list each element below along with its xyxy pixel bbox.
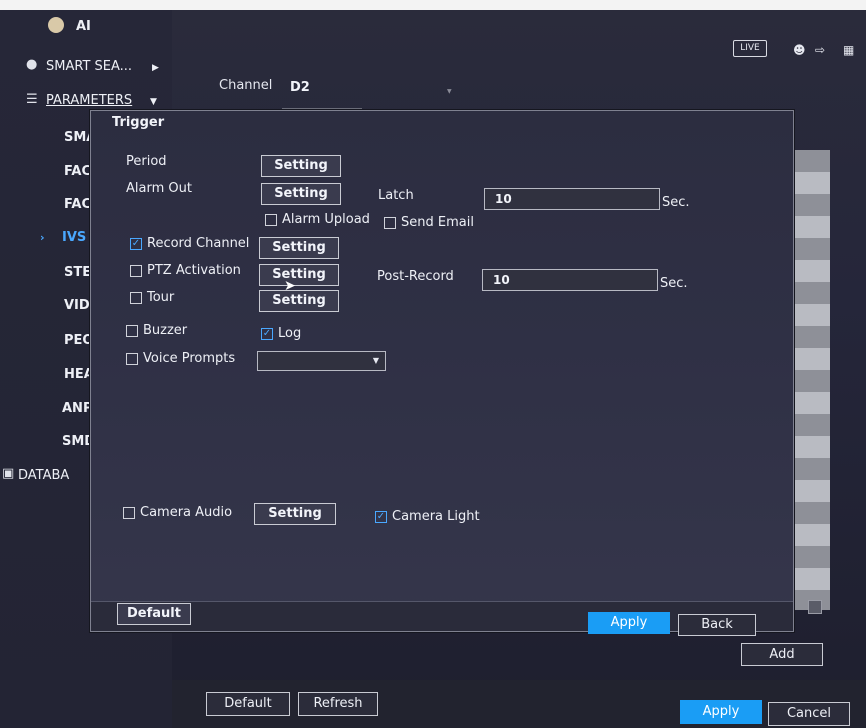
camera-audio-label: Camera Audio <box>140 505 233 520</box>
send-email-label: Send Email <box>401 215 474 230</box>
dialog-title: Trigger <box>112 115 165 130</box>
voice-prompts-label: Voice Prompts <box>143 351 236 366</box>
mouse-cursor-icon: ➤ <box>284 278 296 294</box>
send-email-checkbox[interactable] <box>384 216 396 229</box>
chevron-down-icon: ▼ <box>150 97 157 107</box>
add-button[interactable]: Add <box>741 643 823 666</box>
log-label: Log <box>278 326 302 341</box>
user-icon[interactable]: ☻ <box>793 43 810 57</box>
apply-button[interactable]: Apply <box>680 700 762 724</box>
alarm-out-label: Alarm Out <box>126 181 192 196</box>
dialog-back-button[interactable]: Back <box>678 614 756 636</box>
buzzer-label: Buzzer <box>143 323 188 338</box>
log-checkbox[interactable]: ✓ <box>261 327 273 340</box>
sidebar-parameters[interactable]: PARAMETERS <box>46 93 132 108</box>
ptz-activation-checkbox[interactable] <box>130 264 142 277</box>
camera-audio-checkbox[interactable] <box>123 506 135 519</box>
alarm-upload-checkbox[interactable] <box>265 213 277 226</box>
app-name: AI <box>76 19 91 34</box>
channel-underline <box>282 108 362 109</box>
ptz-activation-setting-button[interactable]: Setting <box>259 264 339 286</box>
buzzer-checkbox[interactable] <box>126 324 138 337</box>
period-setting-button[interactable]: Setting <box>261 155 341 177</box>
sidebar-item-ivs[interactable]: IVS <box>62 230 86 245</box>
camera-audio-setting-button[interactable]: Setting <box>254 503 336 525</box>
tour-label: Tour <box>147 290 175 305</box>
alarm-upload-label: Alarm Upload <box>282 212 370 227</box>
tour-checkbox[interactable] <box>130 291 142 304</box>
list-icon: ☰ <box>26 92 38 107</box>
screen-glare <box>0 0 866 10</box>
period-label: Period <box>126 154 167 169</box>
chevron-right-icon: ▶ <box>152 63 159 73</box>
tour-setting-button[interactable]: Setting <box>259 290 339 312</box>
grid-icon[interactable]: ▦ <box>843 43 858 57</box>
record-channel-label: Record Channel <box>147 236 250 251</box>
scrollbar-handle[interactable] <box>808 600 822 614</box>
voice-prompts-select[interactable]: ▼ <box>257 351 386 371</box>
latch-unit: Sec. <box>662 195 690 210</box>
ptz-activation-label: PTZ Activation <box>147 263 241 278</box>
channel-value[interactable]: D2 <box>290 80 310 95</box>
refresh-button[interactable]: Refresh <box>298 692 378 716</box>
latch-label: Latch <box>378 188 414 203</box>
channel-label: Channel <box>219 78 273 93</box>
camera-light-checkbox[interactable]: ✓ <box>375 510 387 523</box>
sidebar-database[interactable]: DATABA <box>18 468 69 483</box>
sidebar-smart-search[interactable]: SMART SEA... <box>46 59 132 74</box>
camera-light-label: Camera Light <box>392 509 480 524</box>
default-button[interactable]: Default <box>206 692 290 716</box>
chevron-right-icon: › <box>40 231 45 244</box>
record-channel-setting-button[interactable]: Setting <box>259 237 339 259</box>
voice-prompts-checkbox[interactable] <box>126 352 138 365</box>
ai-logo-icon <box>48 17 64 33</box>
alarm-out-setting-button[interactable]: Setting <box>261 183 341 205</box>
latch-input[interactable]: 10 <box>484 188 660 210</box>
record-channel-checkbox[interactable]: ✓ <box>130 237 142 250</box>
dialog-apply-button[interactable]: Apply <box>588 612 670 634</box>
database-icon: ▣ <box>2 466 15 481</box>
background-list <box>790 150 830 610</box>
logout-icon[interactable]: ⇨ <box>815 43 829 57</box>
dialog-default-button[interactable]: Default <box>117 603 191 625</box>
post-record-unit: Sec. <box>660 276 688 291</box>
cancel-button[interactable]: Cancel <box>768 702 850 726</box>
post-record-input[interactable]: 10 <box>482 269 658 291</box>
live-button[interactable]: LIVE <box>733 40 767 57</box>
chevron-down-icon: ▼ <box>372 356 379 365</box>
channel-dropdown-caret-icon: ▼ <box>447 88 452 95</box>
post-record-label: Post-Record <box>377 269 454 284</box>
search-icon: ● <box>26 57 38 72</box>
trigger-dialog <box>90 110 794 632</box>
